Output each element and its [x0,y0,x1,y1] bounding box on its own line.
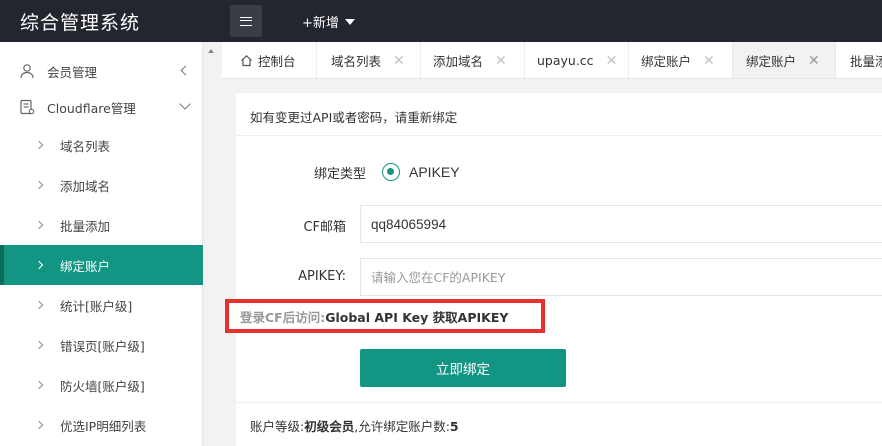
email-label: CF邮箱 [303,220,346,235]
sidebar-item-bind-account[interactable]: 绑定账户 [0,245,203,285]
new-label: +新增 [302,16,339,31]
top-bar: 综合管理系统 +新增 [0,0,882,42]
account-level-info: 账户等级:初级会员,允许绑定账户数:5 [250,416,459,435]
tab-label: 批量添 [850,54,882,69]
apikey-radio[interactable] [382,163,400,181]
hamburger-icon [240,16,252,26]
apikey-radio-label[interactable]: APIKEY [409,164,460,180]
chevron-right-icon [34,420,44,430]
tab-label: 绑定账户 [641,54,692,69]
limit-label: ,允许绑定账户数: [354,419,450,434]
chevron-right-icon [34,260,44,270]
rebind-notice: 如有变更过API或者密码，请重新绑定 [250,110,458,125]
sidebar-item-label: 优选IP明细列表 [60,418,147,434]
sidebar-item-label: 域名列表 [60,138,111,154]
tab-label: upayu.cc [537,53,594,68]
limit-value: 5 [449,419,459,434]
chevron-right-icon [34,140,44,150]
tab-batch-add[interactable]: 批量添 [836,42,882,78]
sidebar: 会员管理 Cloudflare管理 域名列表 添加域名 批量添加 绑定账户 统计… [0,42,203,446]
scroll-up-arrow-icon[interactable] [208,49,214,53]
bind-account-panel: 如有变更过API或者密码，请重新绑定 绑定类型 APIKEY CF邮箱 APIK… [225,93,882,446]
tab-upayu[interactable]: upayu.cc ✕ [525,42,629,78]
sidebar-item-label: 会员管理 [47,64,98,80]
app-title: 综合管理系统 [20,12,141,34]
chevron-right-icon [34,220,44,230]
divider [236,135,882,136]
hint-prefix: 登录CF后访问: [240,309,326,325]
sidebar-item-domain-list[interactable]: 域名列表 [0,125,203,165]
level-value: 初级会员 [304,419,355,434]
sidebar-item-label: 统计[账户级] [60,298,133,314]
tab-dashboard[interactable]: 控制台 [222,42,317,78]
sidebar-item-label: 防火墙[账户级] [60,378,145,394]
sidebar-item-firewall-account[interactable]: 防火墙[账户级] [0,365,203,405]
chevron-down-icon [179,98,191,110]
bind-type-label: 绑定类型 [313,167,366,182]
tab-label: 域名列表 [331,54,382,69]
tab-label: 绑定账户 [746,54,797,69]
chevron-right-icon [34,300,44,310]
tab-bind-account[interactable]: 绑定账户 ✕ [629,42,733,78]
home-icon [240,54,253,67]
sidebar-item-label: 错误页[账户级] [60,338,145,354]
close-icon[interactable]: ✕ [495,53,507,69]
menu-toggle-button[interactable] [230,5,262,37]
sidebar-item-cloudflare[interactable]: Cloudflare管理 [0,87,203,127]
email-field[interactable] [360,205,882,243]
chevron-right-icon [34,380,44,390]
level-label: 账户等级: [250,419,305,434]
tab-bind-account-active[interactable]: 绑定账户 ✕ [732,42,836,78]
close-icon[interactable]: ✕ [393,53,405,69]
new-dropdown-button[interactable]: +新增 [302,12,355,31]
close-icon[interactable]: ✕ [606,53,618,69]
tab-label: 控制台 [258,54,296,69]
sidebar-item-label: 添加域名 [60,178,111,194]
caret-down-icon [344,18,355,25]
sidebar-item-label: Cloudflare管理 [47,100,136,116]
sidebar-item-stats-account[interactable]: 统计[账户级] [0,285,203,325]
chevron-right-icon [34,340,44,350]
apikey-hint-highlight: 登录CF后访问: Global API Key 获取APIKEY [225,299,545,333]
apikey-label: APIKEY: [298,269,346,284]
bind-now-button[interactable]: 立即绑定 [360,349,566,387]
sidebar-item-label: 绑定账户 [60,258,111,274]
user-icon [18,62,36,80]
apikey-field[interactable] [360,258,882,296]
sidebar-item-label: 批量添加 [60,218,111,234]
sidebar-item-member-management[interactable]: 会员管理 [0,51,203,91]
sidebar-item-preferred-ip-list[interactable]: 优选IP明细列表 [0,405,203,445]
tab-bar: 控制台 域名列表 ✕ 添加域名 ✕ upayu.cc ✕ 绑定账户 ✕ 绑定账户… [222,42,882,79]
tab-add-domain[interactable]: 添加域名 ✕ [421,42,525,78]
server-icon [18,98,36,116]
close-icon[interactable]: ✕ [703,53,715,69]
chevron-left-icon [180,65,191,76]
chevron-right-icon [34,180,44,190]
tab-domain-list[interactable]: 域名列表 ✕ [317,42,421,78]
sidebar-item-error-page-account[interactable]: 错误页[账户级] [0,325,203,365]
global-api-key-link[interactable]: Global API Key 获取APIKEY [325,307,508,326]
tab-label: 添加域名 [433,54,484,69]
divider [236,402,882,403]
sidebar-item-add-domain[interactable]: 添加域名 [0,165,203,205]
sidebar-item-batch-add[interactable]: 批量添加 [0,205,203,245]
close-icon[interactable]: ✕ [808,53,820,69]
